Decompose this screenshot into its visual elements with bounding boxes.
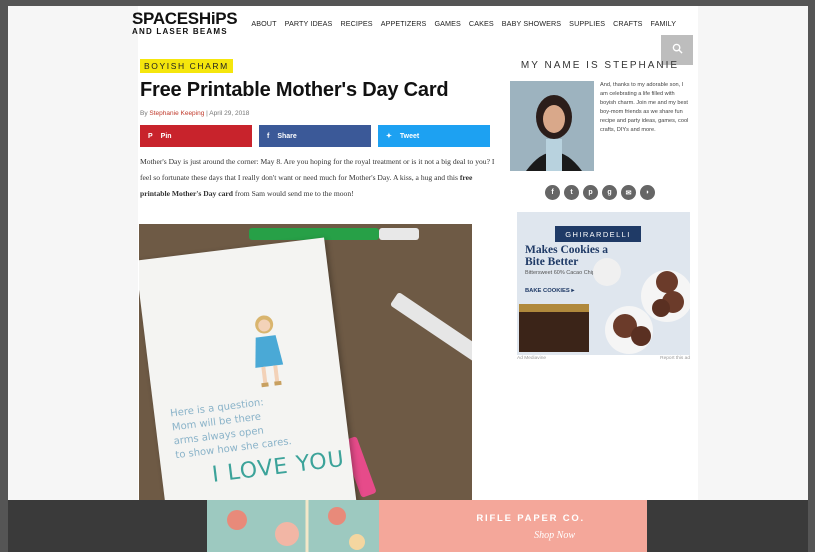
girl-illustration — [255, 315, 284, 388]
twitter-icon: ✦ — [386, 133, 392, 140]
post-byline: By Stephanie Keeping | April 29, 2018 — [140, 110, 250, 117]
intro-text-2: from Sam would send me to the moon! — [233, 189, 354, 198]
ghirardelli-ad[interactable]: GHIRARDELLI Makes Cookies a Bite Better … — [517, 212, 690, 355]
post-content: BOYISH CHARM Free Printable Mother's Day… — [140, 56, 500, 202]
category-tag[interactable]: BOYISH CHARM — [140, 59, 233, 73]
pin-button[interactable]: P Pin — [140, 125, 252, 147]
author-link[interactable]: Stephanie Keeping — [149, 110, 204, 117]
nav-item-games[interactable]: GAMES — [434, 19, 460, 28]
about-text: And, thanks to my adorable son, I am cel… — [600, 82, 689, 133]
mothers-day-card: Here is a question: Mom will be there ar… — [139, 237, 361, 514]
rifle-paper-banner-ad[interactable]: RIFLE PAPER CO. Shop Now — [207, 500, 647, 552]
site-logo[interactable]: SPACESHiPS AND LASER BEAMS — [132, 9, 238, 36]
ad-cookies-image — [519, 258, 690, 354]
rss-icon[interactable]: ◗ — [640, 185, 655, 200]
facebook-share-button[interactable]: f Share — [259, 125, 371, 147]
main-nav: ABOUT PARTY IDEAS RECIPES APPETIZERS GAM… — [251, 19, 676, 28]
nav-item-crafts[interactable]: CRAFTS — [613, 19, 642, 28]
banner-brand: RIFLE PAPER CO. — [476, 513, 585, 524]
social-icons: f t p g ✉ ◗ — [510, 185, 690, 200]
ad-footer: Ad Mediavine Report this ad — [517, 356, 690, 361]
share-buttons: P Pin f Share ✦ Tweet — [140, 125, 500, 147]
author-avatar[interactable] — [510, 81, 594, 171]
search-icon — [672, 43, 683, 57]
nav-item-recipes[interactable]: RECIPES — [340, 19, 372, 28]
logo-title: SPACESHiPS — [132, 9, 238, 28]
nav-item-baby-showers[interactable]: BABY SHOWERS — [502, 19, 561, 28]
facebook-icon: f — [267, 132, 270, 140]
banner-floral-image — [207, 500, 379, 552]
page-margin-left — [8, 6, 138, 552]
white-marker-cap — [379, 228, 419, 240]
page-margin-right — [698, 6, 808, 552]
teal-marker — [389, 291, 472, 373]
email-icon[interactable]: ✉ — [621, 185, 636, 200]
post-title: Free Printable Mother's Day Card — [140, 79, 449, 101]
google-plus-icon[interactable]: g — [602, 185, 617, 200]
about-widget: And, thanks to my adorable son, I am cel… — [510, 81, 690, 171]
logo-subtitle: AND LASER BEAMS — [132, 27, 228, 36]
banner-shop-now[interactable]: Shop Now — [534, 530, 575, 541]
byline-prefix: By — [140, 110, 148, 117]
site-header: SPACESHiPS AND LASER BEAMS ABOUT PARTY I… — [132, 6, 692, 40]
pin-label: Pin — [160, 132, 172, 140]
card-poem: Here is a question: Mom will be there ar… — [170, 393, 293, 463]
twitter-icon[interactable]: t — [564, 185, 579, 200]
nav-item-cakes[interactable]: CAKES — [469, 19, 494, 28]
post-intro: Mother's Day is just around the corner: … — [140, 154, 495, 202]
report-ad-link[interactable]: Report this ad — [660, 356, 690, 361]
sidebar: MY NAME IS STEPHANIE And, thanks to my a… — [510, 60, 690, 200]
pinterest-icon: P — [148, 132, 153, 140]
nav-item-about[interactable]: ABOUT — [251, 19, 276, 28]
nav-item-supplies[interactable]: SUPPLIES — [569, 19, 605, 28]
share-label: Share — [277, 132, 297, 140]
pinterest-icon[interactable]: p — [583, 185, 598, 200]
nav-item-family[interactable]: FAMILY — [651, 19, 677, 28]
sidebar-title: MY NAME IS STEPHANIE — [520, 60, 680, 71]
tweet-button[interactable]: ✦ Tweet — [378, 125, 490, 147]
banner-text-area: RIFLE PAPER CO. Shop Now — [379, 500, 647, 552]
ad-network-label: Ad Mediavine — [517, 356, 547, 361]
nav-item-appetizers[interactable]: APPETIZERS — [381, 19, 427, 28]
post-date: April 29, 2018 — [209, 110, 250, 117]
intro-text-1: Mother's Day is just around the corner: … — [140, 157, 495, 182]
post-photo[interactable]: Here is a question: Mom will be there ar… — [139, 224, 472, 514]
nav-item-party-ideas[interactable]: PARTY IDEAS — [285, 19, 333, 28]
tweet-label: Tweet — [399, 132, 420, 140]
facebook-icon[interactable]: f — [545, 185, 560, 200]
